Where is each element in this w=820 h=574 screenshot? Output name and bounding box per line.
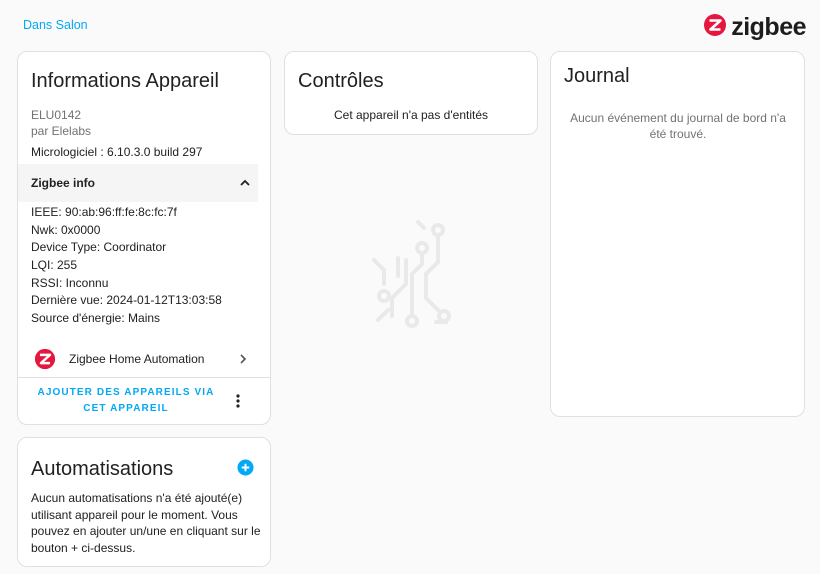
brand-logo: zigbee bbox=[703, 13, 806, 42]
device-model: ELU0142 bbox=[31, 108, 82, 122]
zigbee-info-list: IEEE: 90:ab:96:ff:fe:8c:fc:7f Nwk: 0x000… bbox=[31, 204, 222, 328]
integration-label: Zigbee Home Automation bbox=[69, 352, 205, 366]
device-firmware: Micrologiciel : 6.10.3.0 build 297 bbox=[31, 145, 203, 159]
dots-vertical-icon[interactable] bbox=[230, 393, 246, 414]
circuit-board-icon bbox=[368, 218, 452, 335]
plus-circle-icon[interactable] bbox=[237, 459, 254, 481]
chevron-right-icon bbox=[236, 352, 250, 371]
zigbee-logo-icon bbox=[703, 13, 727, 42]
zigbee-info-lqi: LQI: 255 bbox=[31, 258, 78, 273]
brand-text: zigbee bbox=[731, 13, 806, 41]
zigbee-info-power-source: Source d'énergie: Mains bbox=[31, 311, 161, 326]
device-info-title: Informations Appareil bbox=[31, 70, 219, 92]
card-divider bbox=[18, 377, 270, 378]
integration-link[interactable]: Zigbee Home Automation bbox=[18, 342, 270, 378]
automations-empty-text: Aucun automatisations n'a été ajouté(e) … bbox=[31, 491, 261, 555]
zigbee-info-header: Zigbee info bbox=[31, 176, 95, 190]
area-link[interactable]: Dans Salon bbox=[23, 18, 88, 32]
zigbee-info-rssi: RSSI: Inconnu bbox=[31, 275, 109, 290]
journal-title: Journal bbox=[564, 65, 630, 87]
zigbee-info-toggle[interactable]: Zigbee info bbox=[18, 164, 258, 202]
device-info-card: Informations Appareil ELU0142 par Elelab… bbox=[17, 51, 271, 425]
controls-card: Contrôles Cet appareil n'a pas d'entités bbox=[284, 51, 538, 135]
zigbee-info-last-seen: Dernière vue: 2024-01-12T13:03:58 bbox=[31, 293, 222, 308]
zigbee-info-device-type: Device Type: Coordinator bbox=[31, 240, 167, 255]
add-devices-button[interactable]: AJOUTER DES APPAREILS VIA CET APPAREIL bbox=[36, 385, 216, 417]
automations-card: Automatisations Aucun automatisations n'… bbox=[17, 437, 271, 567]
device-manufacturer: par Elelabs bbox=[31, 124, 92, 138]
controls-title: Contrôles bbox=[298, 70, 384, 92]
controls-empty-text: Cet appareil n'a pas d'entités bbox=[333, 108, 488, 122]
zigbee-info-ieee: IEEE: 90:ab:96:ff:fe:8c:fc:7f bbox=[31, 205, 177, 219]
chevron-up-icon bbox=[238, 176, 252, 193]
zigbee-logo-icon bbox=[34, 348, 56, 375]
journal-empty-text: Aucun événement du journal de bord n'a é… bbox=[570, 111, 786, 141]
zigbee-info-nwk: Nwk: 0x0000 bbox=[31, 222, 101, 237]
top-bar: Dans Salon zigbee bbox=[0, 0, 820, 50]
journal-card: Journal Aucun événement du journal de bo… bbox=[550, 51, 805, 417]
automations-title: Automatisations bbox=[31, 458, 174, 480]
